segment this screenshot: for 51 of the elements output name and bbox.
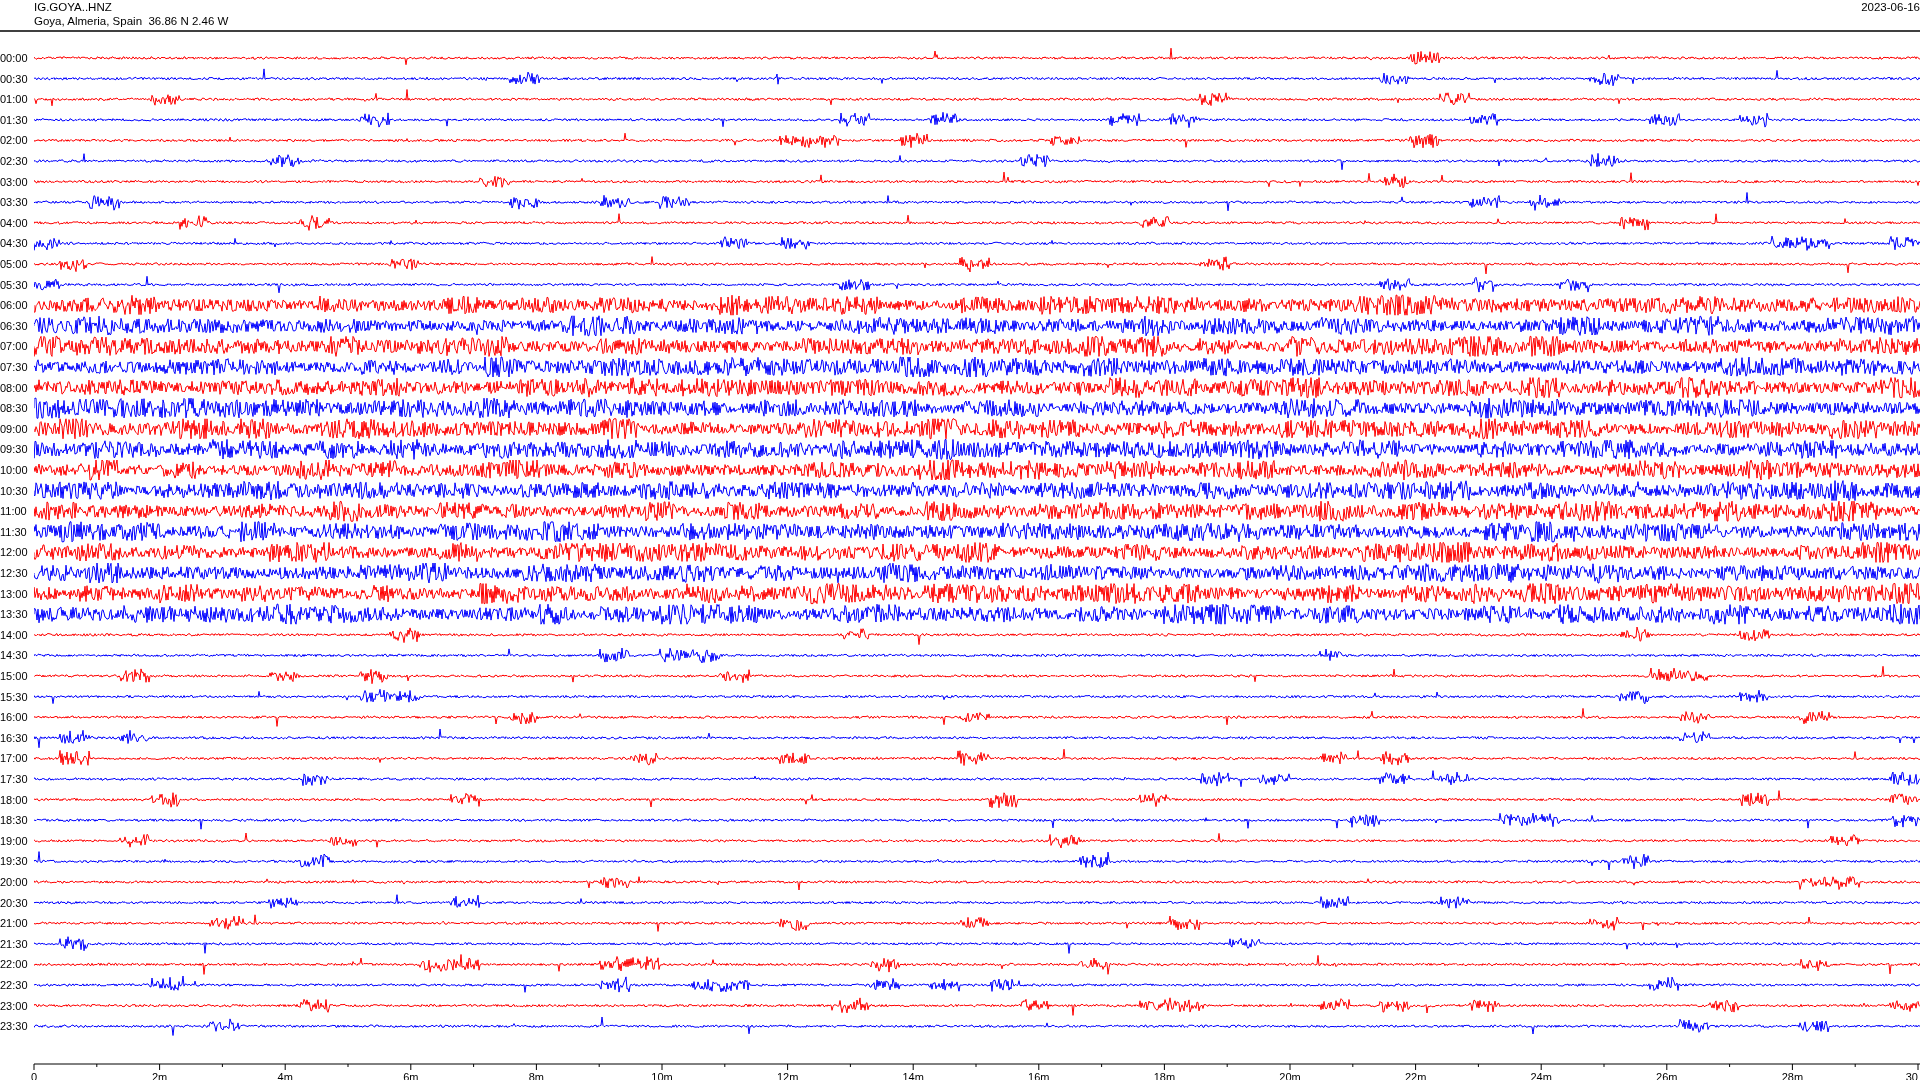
time-label: 14:30 [0,649,28,662]
time-label: 07:00 [0,340,28,353]
time-label: 21:30 [0,937,28,950]
time-label: 16:00 [0,711,28,724]
plot-date: 2023-06-16 [1861,0,1920,14]
time-label: 03:30 [0,196,28,209]
time-label: 23:00 [0,999,28,1012]
station-code: IG.GOYA..HNZ [34,0,113,14]
time-label: 13:30 [0,608,28,621]
time-label: 10:00 [0,464,28,476]
time-label: 01:00 [0,93,28,106]
time-label: 02:30 [0,155,28,167]
time-label: 13:00 [0,587,28,600]
time-label: 22:30 [0,979,28,991]
time-label: 11:30 [0,525,27,538]
time-label: 10:30 [0,484,28,497]
time-label: 00:00 [0,52,28,64]
time-label: 05:00 [0,258,28,270]
time-label: 11:00 [0,505,27,518]
time-label: 21:00 [0,917,28,930]
time-label: 15:30 [0,690,28,703]
time-label: 23:30 [0,1020,28,1033]
time-label: 20:00 [0,876,28,888]
time-label: 09:00 [0,422,28,435]
time-label: 07:30 [0,361,28,373]
time-label: 15:00 [0,670,28,682]
time-label: 18:30 [0,814,28,827]
time-label: 12:00 [0,546,28,559]
time-label: 04:00 [0,216,28,229]
time-label: 12:30 [0,567,28,579]
time-label: 06:30 [0,319,28,332]
time-label: 19:00 [0,834,28,847]
station-location: Goya, Almeria, Spain 36.86 N 2.46 W [34,14,229,28]
time-label: 01:30 [0,113,28,126]
time-label: 04:30 [0,237,28,250]
time-label: 17:00 [0,752,28,765]
time-label: 17:30 [0,773,28,785]
time-label: 20:30 [0,896,28,909]
time-label: 05:30 [0,278,28,291]
time-label: 08:00 [0,381,28,394]
time-label: 19:30 [0,855,28,868]
time-label: 14:00 [0,628,28,641]
time-label: 09:30 [0,443,28,456]
time-label: 06:00 [0,299,28,312]
time-label: 22:00 [0,958,28,971]
time-label: 00:30 [0,72,28,85]
time-label: 02:00 [0,134,28,147]
time-label: 03:00 [0,175,28,188]
time-label: 08:30 [0,402,28,415]
time-label: 16:30 [0,731,28,744]
time-label: 18:00 [0,793,28,806]
